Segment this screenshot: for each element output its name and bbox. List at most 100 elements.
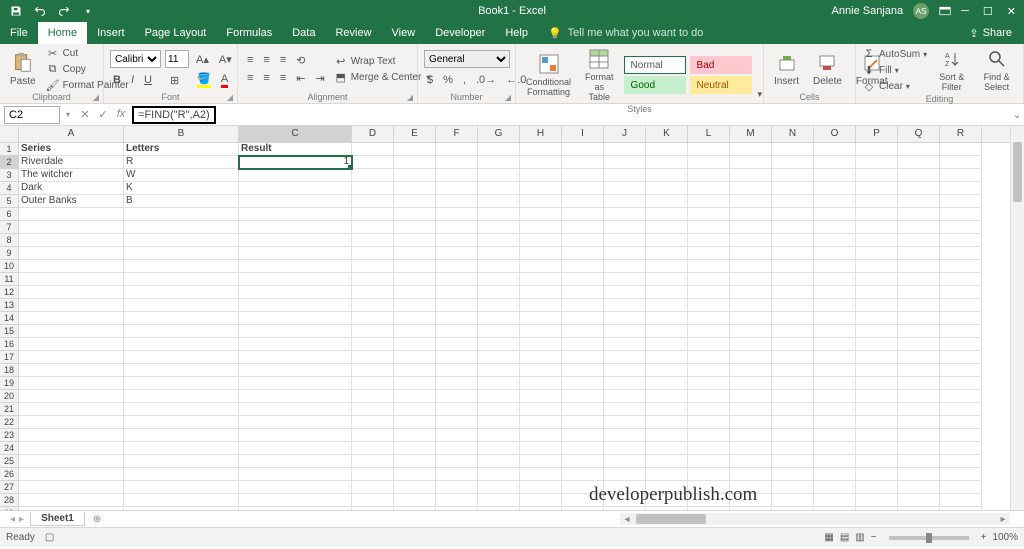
underline-button[interactable]: U bbox=[141, 72, 155, 88]
cell-B23[interactable] bbox=[124, 429, 239, 442]
cell-B21[interactable] bbox=[124, 403, 239, 416]
cell-I15[interactable] bbox=[562, 325, 604, 338]
zoom-in-button[interactable]: + bbox=[981, 532, 987, 543]
cell-B25[interactable] bbox=[124, 455, 239, 468]
cell-D22[interactable] bbox=[352, 416, 394, 429]
cell-Q9[interactable] bbox=[898, 247, 940, 260]
qat-dropdown-icon[interactable]: ▾ bbox=[80, 3, 96, 19]
align-left-button[interactable]: ≡ bbox=[244, 70, 256, 86]
cell-E25[interactable] bbox=[394, 455, 436, 468]
cell-K4[interactable] bbox=[646, 182, 688, 195]
cell-L18[interactable] bbox=[688, 364, 730, 377]
cell-B1[interactable]: Letters bbox=[124, 143, 239, 156]
cell-H12[interactable] bbox=[520, 286, 562, 299]
cell-M22[interactable] bbox=[730, 416, 772, 429]
cell-H4[interactable] bbox=[520, 182, 562, 195]
cell-K11[interactable] bbox=[646, 273, 688, 286]
cell-G25[interactable] bbox=[478, 455, 520, 468]
cell-J2[interactable] bbox=[604, 156, 646, 169]
cell-G15[interactable] bbox=[478, 325, 520, 338]
cell-H11[interactable] bbox=[520, 273, 562, 286]
cell-M21[interactable] bbox=[730, 403, 772, 416]
cell-P7[interactable] bbox=[856, 221, 898, 234]
cell-G19[interactable] bbox=[478, 377, 520, 390]
cell-F24[interactable] bbox=[436, 442, 478, 455]
cell-A14[interactable] bbox=[19, 312, 124, 325]
cell-P20[interactable] bbox=[856, 390, 898, 403]
row-header-9[interactable]: 9 bbox=[0, 247, 19, 260]
align-center-button[interactable]: ≡ bbox=[260, 70, 272, 86]
cell-R25[interactable] bbox=[940, 455, 982, 468]
cell-R14[interactable] bbox=[940, 312, 982, 325]
cell-C26[interactable] bbox=[239, 468, 352, 481]
autosum-button[interactable]: ΣAutoSum ▾ bbox=[862, 47, 927, 61]
cell-E14[interactable] bbox=[394, 312, 436, 325]
cell-D4[interactable] bbox=[352, 182, 394, 195]
cell-G6[interactable] bbox=[478, 208, 520, 221]
cell-P1[interactable] bbox=[856, 143, 898, 156]
column-header-K[interactable]: K bbox=[646, 126, 688, 142]
cell-N6[interactable] bbox=[772, 208, 814, 221]
cell-I9[interactable] bbox=[562, 247, 604, 260]
cell-J19[interactable] bbox=[604, 377, 646, 390]
cell-O9[interactable] bbox=[814, 247, 856, 260]
cell-B16[interactable] bbox=[124, 338, 239, 351]
cell-N5[interactable] bbox=[772, 195, 814, 208]
cell-F23[interactable] bbox=[436, 429, 478, 442]
cell-H5[interactable] bbox=[520, 195, 562, 208]
cell-N9[interactable] bbox=[772, 247, 814, 260]
cell-G23[interactable] bbox=[478, 429, 520, 442]
cell-R28[interactable] bbox=[940, 494, 982, 507]
expand-formula-bar[interactable]: ⌄ bbox=[1010, 108, 1024, 121]
cell-C18[interactable] bbox=[239, 364, 352, 377]
cell-C19[interactable] bbox=[239, 377, 352, 390]
cell-J13[interactable] bbox=[604, 299, 646, 312]
cell-B9[interactable] bbox=[124, 247, 239, 260]
cell-N25[interactable] bbox=[772, 455, 814, 468]
cell-C8[interactable] bbox=[239, 234, 352, 247]
cell-A17[interactable] bbox=[19, 351, 124, 364]
cell-E24[interactable] bbox=[394, 442, 436, 455]
cell-P25[interactable] bbox=[856, 455, 898, 468]
cell-H20[interactable] bbox=[520, 390, 562, 403]
cell-A28[interactable] bbox=[19, 494, 124, 507]
column-header-L[interactable]: L bbox=[688, 126, 730, 142]
tab-page-layout[interactable]: Page Layout bbox=[135, 22, 217, 44]
cell-A9[interactable] bbox=[19, 247, 124, 260]
increase-font-button[interactable]: A▴ bbox=[193, 51, 212, 67]
cell-N22[interactable] bbox=[772, 416, 814, 429]
cell-A15[interactable] bbox=[19, 325, 124, 338]
cell-F14[interactable] bbox=[436, 312, 478, 325]
row-header-4[interactable]: 4 bbox=[0, 182, 19, 195]
cell-A6[interactable] bbox=[19, 208, 124, 221]
column-header-O[interactable]: O bbox=[814, 126, 856, 142]
cell-E5[interactable] bbox=[394, 195, 436, 208]
cell-K18[interactable] bbox=[646, 364, 688, 377]
cell-H28[interactable] bbox=[520, 494, 562, 507]
row-header-26[interactable]: 26 bbox=[0, 468, 19, 481]
cell-F15[interactable] bbox=[436, 325, 478, 338]
cell-N24[interactable] bbox=[772, 442, 814, 455]
cell-R6[interactable] bbox=[940, 208, 982, 221]
column-header-Q[interactable]: Q bbox=[898, 126, 940, 142]
cell-R12[interactable] bbox=[940, 286, 982, 299]
cell-P28[interactable] bbox=[856, 494, 898, 507]
cell-L19[interactable] bbox=[688, 377, 730, 390]
row-header-2[interactable]: 2 bbox=[0, 156, 19, 169]
tab-file[interactable]: File bbox=[0, 22, 38, 44]
cell-P16[interactable] bbox=[856, 338, 898, 351]
cell-A7[interactable] bbox=[19, 221, 124, 234]
cell-R24[interactable] bbox=[940, 442, 982, 455]
cell-N23[interactable] bbox=[772, 429, 814, 442]
cell-G18[interactable] bbox=[478, 364, 520, 377]
cell-C13[interactable] bbox=[239, 299, 352, 312]
cell-E18[interactable] bbox=[394, 364, 436, 377]
cell-D10[interactable] bbox=[352, 260, 394, 273]
cell-A8[interactable] bbox=[19, 234, 124, 247]
cell-I5[interactable] bbox=[562, 195, 604, 208]
cell-O22[interactable] bbox=[814, 416, 856, 429]
cell-E23[interactable] bbox=[394, 429, 436, 442]
cell-M18[interactable] bbox=[730, 364, 772, 377]
cell-N2[interactable] bbox=[772, 156, 814, 169]
cell-I12[interactable] bbox=[562, 286, 604, 299]
